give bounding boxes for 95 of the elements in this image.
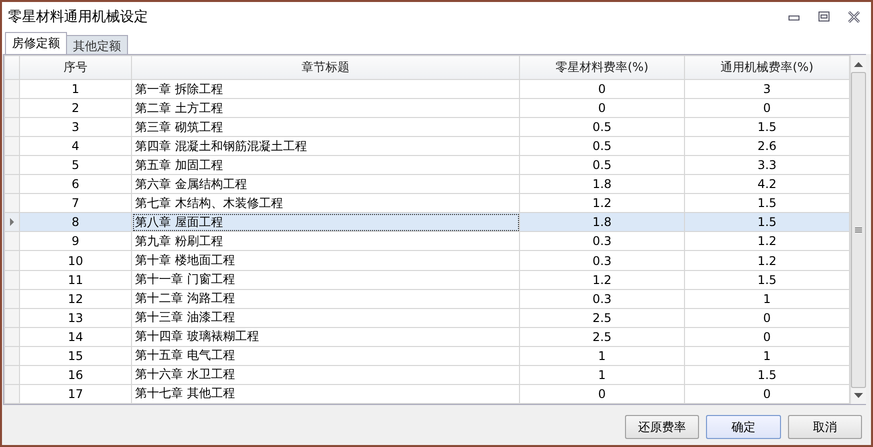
table-row[interactable]: 6 第六章 金属结构工程 1.8 4.2 (4, 174, 850, 194)
table-cell: 第十一章 门窗工程 (132, 270, 520, 290)
table-row[interactable]: 14 第十四章 玻璃裱糊工程 2.5 0 (4, 327, 850, 346)
table-row[interactable]: 12 第十二章 沟路工程 0.3 1 (4, 289, 850, 308)
table-cell: 第二章 土方工程 (132, 98, 520, 118)
table-cell: 第九章 粉刷工程 (132, 232, 520, 251)
table-row[interactable]: 5 第五章 加固工程 0.5 3.3 (4, 156, 850, 175)
table-cell: 1 (684, 346, 850, 366)
table-cell: 0.3 (520, 289, 684, 308)
table-cell: 13 (20, 308, 132, 328)
table-cell: 14 (20, 327, 132, 346)
table-cell: 1.8 (520, 212, 684, 232)
table-row[interactable]: 8 第八章 屋面工程 1.8 1.5 (4, 212, 850, 232)
dialog-button[interactable]: 取消 (788, 415, 862, 439)
table-row[interactable]: 17 第十七章 其他工程 0 0 (4, 384, 850, 404)
tab[interactable]: 其他定额 (66, 35, 128, 54)
table-cell: 第十二章 沟路工程 (132, 289, 520, 308)
table-row[interactable]: 2 第二章 土方工程 0 0 (4, 98, 850, 118)
table-row[interactable]: 3 第三章 砌筑工程 0.5 1.5 (4, 118, 850, 137)
table-cell: 1 (520, 365, 684, 384)
tab[interactable]: 房修定额 (5, 32, 67, 54)
table-cell: 3 (684, 80, 850, 99)
table-cell: 第十三章 油漆工程 (132, 308, 520, 328)
table-cell: 4 (20, 136, 132, 156)
table-cell: 1.5 (684, 270, 850, 290)
table-cell: 11 (20, 270, 132, 290)
table-cell: 2.6 (684, 136, 850, 156)
table-cell: 1.2 (684, 232, 850, 251)
row-header-corner (4, 56, 20, 80)
table-cell: 10 (20, 250, 132, 270)
table-cell: 1 (684, 289, 850, 308)
window-title: 零星材料通用机械设定 (8, 8, 149, 26)
table-cell: 0.3 (520, 250, 684, 270)
table-cell: 8 (20, 212, 132, 232)
table-row[interactable]: 4 第四章 混凝土和钢筋混凝土工程 0.5 2.6 (4, 136, 850, 156)
dialog-button[interactable]: 确定 (706, 415, 781, 439)
table-cell: 第十六章 水卫工程 (132, 365, 520, 384)
table-cell: 第五章 加固工程 (132, 156, 520, 175)
table-row[interactable]: 15 第十五章 电气工程 1 1 (4, 346, 850, 366)
table-cell: 0 (520, 80, 684, 99)
table-row[interactable]: 11 第十一章 门窗工程 1.2 1.5 (4, 270, 850, 290)
table-cell: 0.5 (520, 156, 684, 175)
table-cell: 3 (20, 118, 132, 137)
table-cell: 1.5 (684, 212, 850, 232)
scroll-down-icon[interactable] (854, 392, 863, 398)
column-header[interactable]: 序号 (20, 56, 132, 80)
table-cell: 1.8 (520, 174, 684, 194)
table-cell: 3.3 (684, 156, 850, 175)
table-cell: 0.3 (520, 232, 684, 251)
table-cell: 1.5 (684, 118, 850, 137)
table-cell: 2.5 (520, 327, 684, 346)
table-row[interactable]: 1 第一章 拆除工程 0 3 (4, 80, 850, 99)
table-cell: 1.5 (684, 365, 850, 384)
table-cell: 1 (20, 80, 132, 99)
table-cell: 0.5 (520, 136, 684, 156)
table-row[interactable]: 16 第十六章 水卫工程 1 1.5 (4, 365, 850, 384)
column-header[interactable]: 通用机械费率(%) (684, 56, 850, 80)
table-cell: 0.5 (520, 118, 684, 137)
table-cell: 0 (520, 384, 684, 404)
table-cell: 2.5 (520, 308, 684, 328)
column-header[interactable]: 章节标题 (132, 56, 520, 80)
table-cell: 第三章 砌筑工程 (132, 118, 520, 137)
column-header[interactable]: 零星材料费率(%) (520, 56, 684, 80)
table-cell: 第六章 金属结构工程 (132, 174, 520, 194)
table-cell: 第一章 拆除工程 (132, 80, 520, 99)
table-cell: 1.2 (520, 270, 684, 290)
scrollbar-thumb[interactable] (851, 72, 866, 388)
table-row[interactable]: 9 第九章 粉刷工程 0.3 1.2 (4, 232, 850, 251)
table-cell: 第十章 楼地面工程 (132, 250, 520, 270)
table-cell: 2 (20, 98, 132, 118)
table-cell: 第十七章 其他工程 (132, 384, 520, 404)
table-cell: 15 (20, 346, 132, 366)
scroll-up-icon[interactable] (854, 62, 863, 68)
table-cell: 0 (520, 98, 684, 118)
table-cell: 0 (684, 384, 850, 404)
table-cell: 第十五章 电气工程 (132, 346, 520, 366)
table-cell: 17 (20, 384, 132, 404)
table-cell: 1.2 (684, 250, 850, 270)
table-row[interactable]: 13 第十三章 油漆工程 2.5 0 (4, 308, 850, 328)
table-cell: 5 (20, 156, 132, 175)
table-cell: 9 (20, 232, 132, 251)
table-cell: 6 (20, 174, 132, 194)
table-cell: 0 (684, 308, 850, 328)
table-cell: 0 (684, 98, 850, 118)
table-cell: 16 (20, 365, 132, 384)
table-cell: 第十四章 玻璃裱糊工程 (132, 327, 520, 346)
dialog-button[interactable]: 还原费率 (625, 415, 699, 439)
table-cell: 第四章 混凝土和钢筋混凝土工程 (132, 136, 520, 156)
table-cell: 1 (520, 346, 684, 366)
table-cell: 0 (684, 327, 850, 346)
table-row[interactable]: 10 第十章 楼地面工程 0.3 1.2 (4, 250, 850, 270)
table-cell: 第八章 屋面工程 (132, 212, 520, 232)
table-cell: 12 (20, 289, 132, 308)
row-pointer-icon (9, 218, 15, 226)
table-cell: 4.2 (684, 174, 850, 194)
